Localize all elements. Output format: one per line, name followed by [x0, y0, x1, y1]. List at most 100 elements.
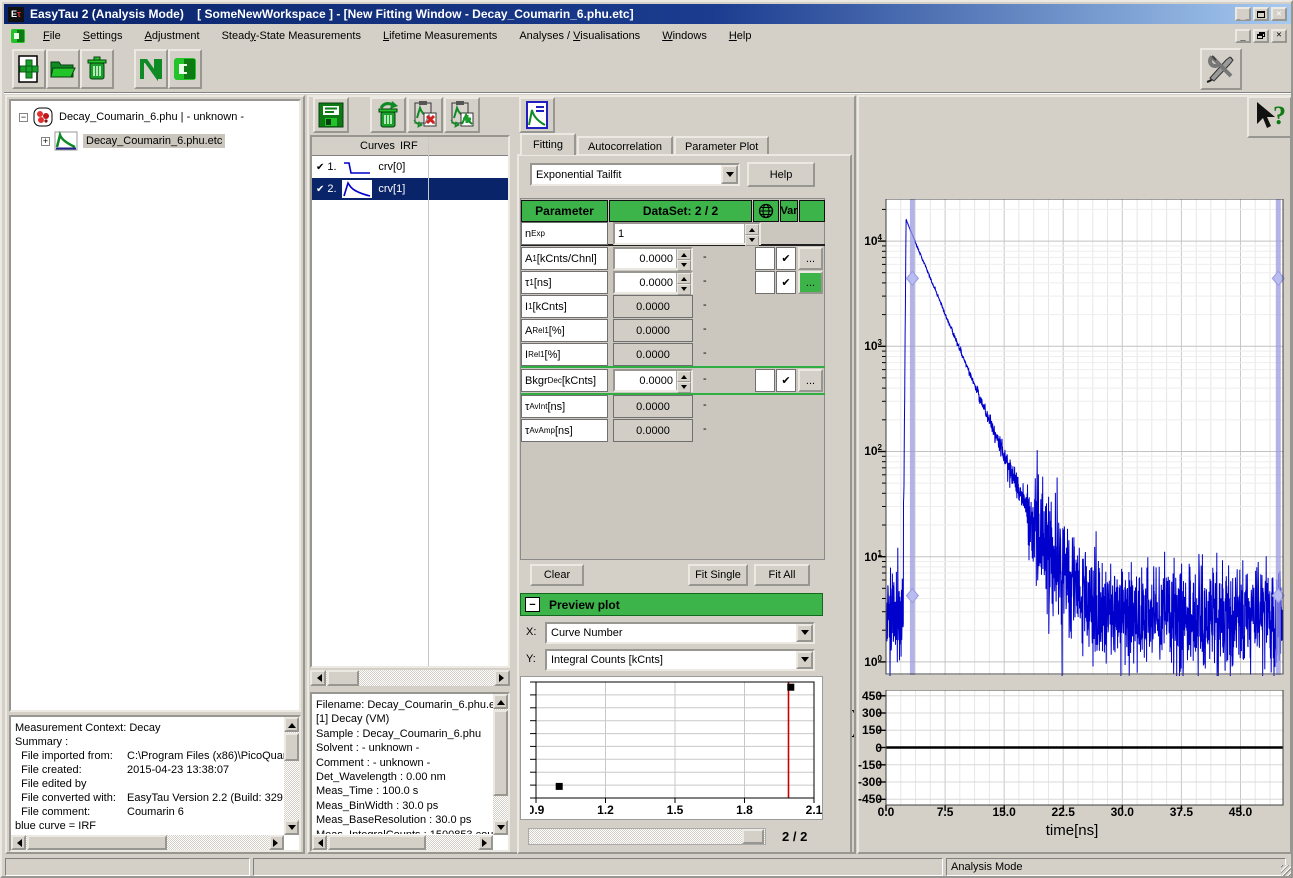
- curves-list-header[interactable]: Curves IRF: [312, 137, 508, 156]
- file-info-vscrollbar[interactable]: [284, 717, 299, 835]
- help-button[interactable]: Help: [747, 162, 815, 187]
- param-value-tau-1[interactable]: 0.0000: [615, 273, 676, 292]
- chevron-down-icon[interactable]: [721, 165, 738, 184]
- param-value-n-exp[interactable]: 1: [615, 224, 744, 243]
- measurement-hscrollbar[interactable]: [312, 835, 493, 850]
- child-minimize-button[interactable]: _: [1235, 29, 1251, 43]
- fit-single-button[interactable]: Fit Single: [688, 564, 748, 586]
- menu-item-analyses-visualisations[interactable]: Analyses / Visualisations: [508, 27, 651, 45]
- clipboard-add-button[interactable]: [444, 97, 480, 133]
- scroll-up-icon[interactable]: [284, 717, 299, 732]
- scroll-left-icon[interactable]: [310, 670, 326, 686]
- child-window-icon[interactable]: [10, 28, 26, 44]
- scroll-down-icon[interactable]: [493, 820, 508, 835]
- workspace-button[interactable]: [168, 49, 202, 89]
- tab-fitting[interactable]: Fitting: [520, 133, 576, 155]
- spin-up-icon[interactable]: [677, 273, 691, 284]
- scroll-up-icon[interactable]: [493, 694, 508, 709]
- report-button[interactable]: [519, 97, 555, 133]
- tree-item-child[interactable]: + Decay_Coumarin_6.phu.etc: [41, 129, 297, 153]
- param-spinner-bkgr-dec[interactable]: 0.0000: [613, 369, 693, 392]
- spin-down-icon[interactable]: [677, 260, 691, 271]
- check-icon[interactable]: ✔: [316, 162, 324, 173]
- check-icon[interactable]: ✔: [316, 184, 324, 195]
- spin-down-icon[interactable]: [745, 235, 759, 246]
- menu-item-settings[interactable]: Settings: [72, 27, 134, 45]
- preview-pager-scrollbar[interactable]: [528, 828, 766, 845]
- curves-column-header[interactable]: Curves: [360, 140, 395, 152]
- scroll-left-icon[interactable]: [312, 835, 327, 850]
- curves-list[interactable]: Curves IRF ✔1.crv[0]✔2.crv[1]: [310, 135, 510, 668]
- preview-x-select[interactable]: Curve Number: [545, 622, 815, 644]
- new-file-button[interactable]: [12, 49, 46, 89]
- fit-all-button[interactable]: Fit All: [754, 564, 810, 586]
- collapse-button[interactable]: −: [525, 597, 540, 612]
- tree-item-root[interactable]: − Decay_Coumarin_6.phu | - unknown -: [13, 105, 297, 129]
- curve-name[interactable]: crv[0]: [378, 161, 405, 173]
- minimize-button[interactable]: _: [1235, 7, 1251, 21]
- param-spinner-tau-1[interactable]: 0.0000: [613, 271, 693, 294]
- new-fitting-window-button[interactable]: [134, 49, 168, 89]
- chevron-down-icon[interactable]: [796, 651, 813, 669]
- clipboard-remove-button[interactable]: [407, 97, 443, 133]
- workspace-tree[interactable]: − Decay_Coumarin_6.phu | - unknown - + D…: [9, 99, 301, 712]
- scroll-right-icon[interactable]: [269, 835, 284, 850]
- file-info-hscrollbar[interactable]: [11, 835, 284, 850]
- spin-down-icon[interactable]: [677, 382, 691, 393]
- menu-item-lifetime-measurements[interactable]: Lifetime Measurements: [372, 27, 508, 45]
- residuals-chart[interactable]: [874, 690, 1285, 814]
- title-bar[interactable]: Eτ EasyTau 2 (Analysis Mode) [ SomeNewWo…: [4, 4, 1291, 24]
- menu-item-file[interactable]: File: [32, 27, 72, 45]
- param-link-a-1[interactable]: [755, 247, 775, 270]
- curves-hscrollbar[interactable]: [310, 670, 510, 686]
- param-value-a-1[interactable]: 0.0000: [615, 249, 676, 268]
- resize-grip[interactable]: [1281, 865, 1292, 876]
- param-var-checkbox-bkgr-dec[interactable]: ✔: [776, 369, 796, 392]
- curve-row-crv-1[interactable]: ✔2.crv[1]: [312, 178, 508, 200]
- scroll-right-icon[interactable]: [494, 670, 510, 686]
- scroll-right-icon[interactable]: [478, 835, 493, 850]
- param-link-tau-1[interactable]: [755, 271, 775, 294]
- preview-y-select[interactable]: Integral Counts [kCnts]: [545, 649, 815, 671]
- clear-button[interactable]: Clear: [530, 564, 584, 586]
- param-spinner-a-1[interactable]: 0.0000: [613, 247, 693, 270]
- scroll-down-icon[interactable]: [284, 820, 299, 835]
- scroll-left-icon[interactable]: [11, 835, 26, 850]
- param-more-button-tau-1[interactable]: ...: [798, 271, 823, 294]
- model-select[interactable]: Exponential Tailfit: [530, 163, 740, 186]
- param-var-checkbox-a-1[interactable]: ✔: [776, 247, 796, 270]
- open-file-button[interactable]: [46, 49, 80, 89]
- preview-chart[interactable]: 0.91.21.51.82.1: [530, 680, 822, 821]
- save-curve-button[interactable]: [313, 97, 349, 133]
- child-close-button[interactable]: ✕: [1271, 29, 1287, 43]
- curve-row-crv-0[interactable]: ✔1.crv[0]: [312, 156, 508, 178]
- param-value-bkgr-dec[interactable]: 0.0000: [615, 371, 676, 390]
- maximize-button[interactable]: [1253, 7, 1269, 21]
- child-restore-button[interactable]: [1253, 29, 1269, 43]
- chevron-down-icon[interactable]: [796, 624, 813, 642]
- param-more-button-bkgr-dec[interactable]: ...: [798, 369, 823, 392]
- measurement-vscrollbar[interactable]: [493, 694, 508, 835]
- spin-up-icon[interactable]: [677, 249, 691, 260]
- menu-item-help[interactable]: Help: [718, 27, 763, 45]
- menu-item-adjustment[interactable]: Adjustment: [134, 27, 211, 45]
- decay-chart[interactable]: [874, 199, 1285, 676]
- help-cursor-button[interactable]: ?: [1247, 96, 1292, 138]
- tree-child-label[interactable]: Decay_Coumarin_6.phu.etc: [83, 134, 225, 148]
- curve-name[interactable]: crv[1]: [378, 183, 405, 195]
- menu-item-windows[interactable]: Windows: [651, 27, 718, 45]
- close-button[interactable]: ✕: [1271, 7, 1287, 21]
- spin-down-icon[interactable]: [677, 284, 691, 295]
- tree-expand-toggle-child[interactable]: +: [41, 137, 50, 146]
- tab-autocorrelation[interactable]: Autocorrelation: [577, 136, 673, 155]
- param-var-checkbox-tau-1[interactable]: ✔: [776, 271, 796, 294]
- delete-button[interactable]: [80, 49, 114, 89]
- tab-parameter-plot[interactable]: Parameter Plot: [674, 136, 769, 155]
- irf-column-header[interactable]: IRF: [400, 140, 418, 152]
- menu-item-steady-state-measurements[interactable]: Steady-State Measurements: [211, 27, 372, 45]
- spin-up-icon[interactable]: [677, 371, 691, 382]
- param-spinner-n-exp[interactable]: 1: [613, 222, 761, 245]
- tree-root-label[interactable]: Decay_Coumarin_6.phu | - unknown -: [59, 111, 244, 123]
- spin-up-icon[interactable]: [745, 224, 759, 235]
- tools-button[interactable]: [1200, 48, 1242, 90]
